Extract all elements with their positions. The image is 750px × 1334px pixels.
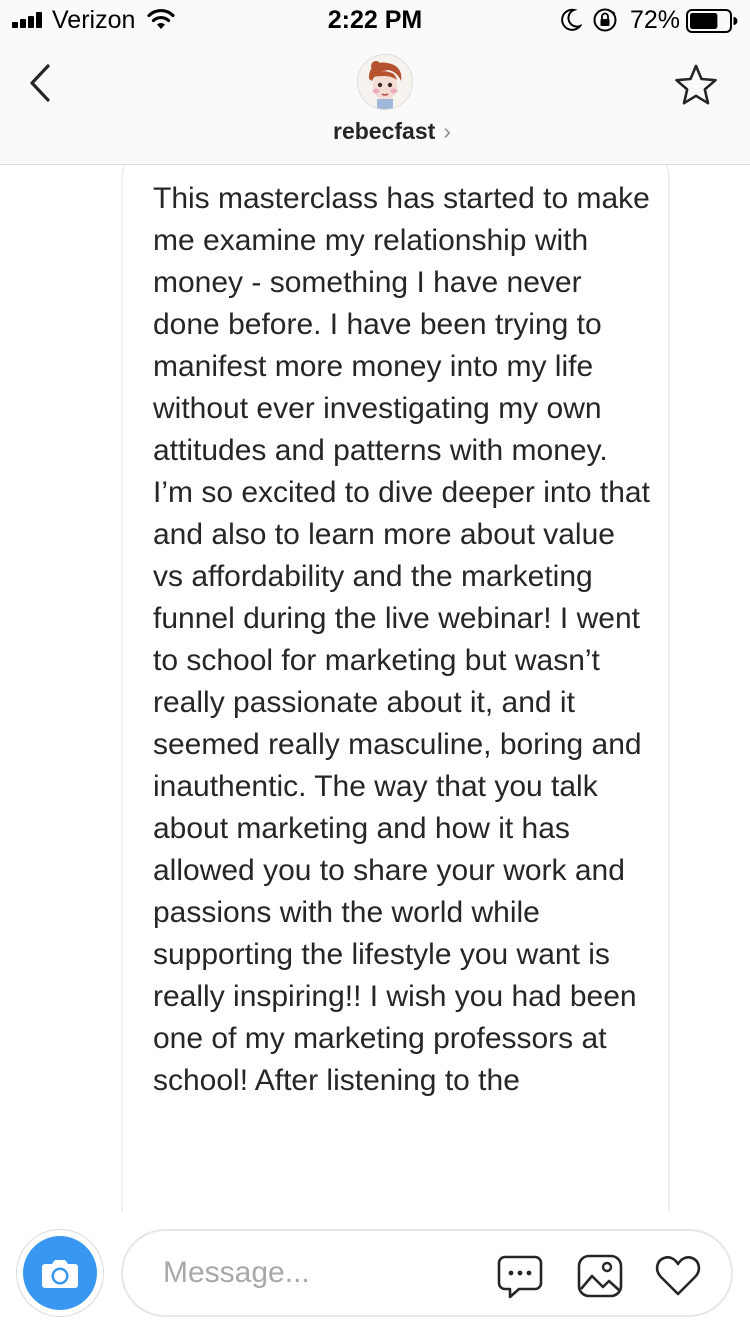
conversation-username[interactable]: rebecfast › xyxy=(0,118,750,145)
battery-icon xyxy=(686,9,738,33)
message-input[interactable] xyxy=(163,1251,463,1295)
chat-bubble-icon[interactable] xyxy=(495,1251,545,1301)
status-bar: Verizon 2:22 PM 72% xyxy=(0,0,750,40)
conversation-header: rebecfast › xyxy=(0,40,750,165)
battery-percentage: 72% xyxy=(630,6,681,34)
message-composer xyxy=(0,1212,750,1334)
orientation-lock-icon xyxy=(593,8,617,32)
star-icon[interactable] xyxy=(672,62,720,110)
message-thread[interactable]: This masterclass has started to make me … xyxy=(0,165,750,1212)
back-button[interactable] xyxy=(20,58,64,108)
heart-icon[interactable] xyxy=(653,1251,703,1301)
camera-icon xyxy=(42,1260,78,1288)
do-not-disturb-moon-icon xyxy=(561,8,582,31)
profile-picture-icon xyxy=(358,55,412,109)
image-icon[interactable] xyxy=(575,1251,625,1301)
camera-button[interactable] xyxy=(16,1229,104,1317)
message-text: This masterclass has started to make me … xyxy=(153,182,650,1097)
message-input-container[interactable] xyxy=(121,1229,733,1317)
avatar[interactable] xyxy=(357,54,413,110)
username-label: rebecfast xyxy=(333,118,436,144)
chevron-right-icon: › xyxy=(443,118,451,144)
